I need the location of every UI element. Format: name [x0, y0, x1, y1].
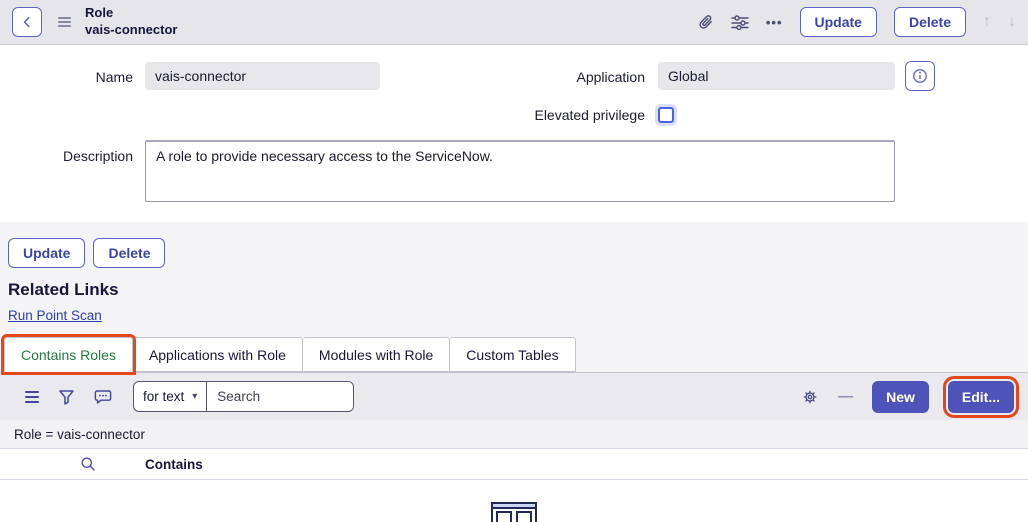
list-search-input[interactable] [207, 382, 353, 411]
record-type-title: Role [85, 5, 177, 22]
form-delete-button[interactable]: Delete [93, 238, 165, 268]
record-lower-section: Update Delete Related Links Run Point Sc… [0, 222, 1028, 522]
personalize-form-button[interactable] [731, 14, 749, 30]
tab-custom-tables[interactable]: Custom Tables [450, 337, 575, 372]
list-search-group: for text ▾ [133, 381, 354, 412]
description-field[interactable]: A role to provide necessary access to th… [145, 140, 895, 202]
filter-button[interactable] [58, 389, 75, 405]
header-update-button[interactable]: Update [800, 7, 877, 37]
application-info-button[interactable] [905, 61, 935, 91]
record-header-bar: Role vais-connector [0, 0, 1028, 45]
more-options-icon[interactable]: ••• [766, 15, 783, 30]
new-button[interactable]: New [872, 381, 929, 413]
next-record-icon[interactable]: ↓ [1008, 13, 1016, 31]
related-lists-tabs: Contains Roles Applications with Role Mo… [4, 337, 576, 372]
list-settings-button[interactable] [801, 388, 819, 406]
column-header-contains[interactable]: Contains [145, 457, 203, 472]
chevron-down-icon: ▾ [192, 391, 197, 402]
empty-table-illustration [491, 502, 537, 522]
name-field[interactable] [145, 62, 380, 90]
chat-bubble-icon [94, 389, 112, 405]
record-name-subtitle: vais-connector [85, 22, 177, 39]
attachment-button[interactable] [698, 14, 714, 31]
form-update-button[interactable]: Update [8, 238, 85, 268]
list-breadcrumb-row: Role = vais-connector [0, 420, 1028, 449]
sliders-icon [731, 14, 749, 30]
record-context-menu-icon[interactable] [58, 17, 71, 27]
tab-modules-with-role[interactable]: Modules with Role [303, 337, 450, 372]
servicenow-role-form-screen: Role vais-connector [0, 0, 1028, 522]
application-label: Application [445, 69, 645, 85]
chevron-left-icon [20, 15, 34, 29]
name-label: Name [0, 69, 133, 85]
list-body-empty [0, 480, 1028, 522]
funnel-icon [58, 389, 75, 405]
list-toolbar: for text ▾ [0, 372, 1028, 420]
run-point-scan-link[interactable]: Run Point Scan [8, 308, 102, 323]
elevated-privilege-checkbox[interactable] [658, 107, 674, 123]
role-form: Name Application Elevated privilege Desc… [0, 45, 1028, 222]
header-actions: ••• Update Delete ↑ ↓ [698, 7, 1016, 37]
column-search-icon[interactable] [80, 456, 96, 472]
tab-applications-with-role[interactable]: Applications with Role [133, 337, 303, 372]
header-delete-button[interactable]: Delete [894, 7, 966, 37]
list-context-menu-icon[interactable] [25, 391, 39, 403]
back-button[interactable] [12, 7, 42, 37]
application-field[interactable] [658, 62, 895, 90]
breadcrumb[interactable]: Role = vais-connector [14, 427, 145, 442]
form-action-buttons: Update Delete [8, 238, 165, 268]
paperclip-icon [698, 14, 714, 31]
search-scope-value: for text [143, 389, 184, 404]
list-header-row: Contains [0, 449, 1028, 480]
list-toolbar-actions: — New Edit... [801, 381, 1014, 413]
edit-button[interactable]: Edit... [948, 381, 1014, 413]
contains-roles-list-panel: for text ▾ [0, 372, 1028, 522]
search-scope-dropdown[interactable]: for text ▾ [134, 382, 207, 411]
comments-button[interactable] [94, 389, 112, 405]
record-title-block: Role vais-connector [85, 5, 177, 39]
elevated-privilege-label: Elevated privilege [445, 107, 645, 123]
related-links-heading: Related Links [8, 280, 119, 300]
gear-icon [801, 388, 819, 406]
description-label: Description [0, 148, 133, 164]
tab-contains-roles[interactable]: Contains Roles [4, 337, 133, 372]
collapse-list-icon[interactable]: — [838, 388, 853, 405]
previous-record-icon[interactable]: ↑ [983, 13, 991, 31]
info-icon [912, 68, 928, 84]
